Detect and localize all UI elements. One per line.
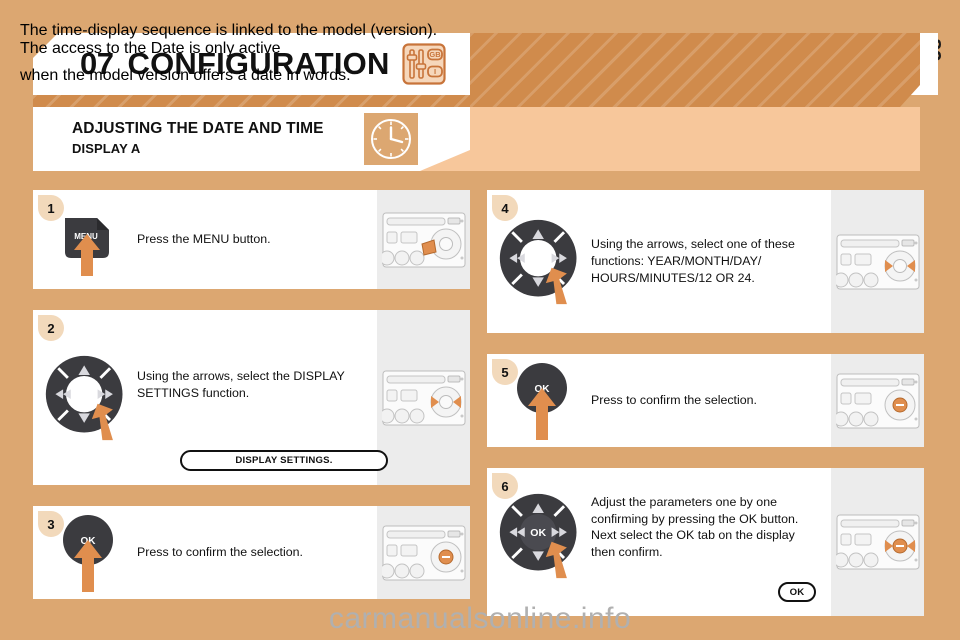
subtitle-text-group: ADJUSTING THE DATE AND TIME DISPLAY A <box>72 120 324 156</box>
step-6-badge: 6 <box>492 473 518 499</box>
step-1-badge: 1 <box>38 195 64 221</box>
step-5-body: 5 OK Press to confirm the selection. <box>487 354 831 447</box>
step-5-thumbnail <box>831 354 924 447</box>
steps-column-left: 1 MENU Press the MENU button. <box>33 190 470 620</box>
step-5-text: Press to confirm the selection. <box>591 393 757 408</box>
step-4-thumbnail <box>831 190 924 333</box>
step-card-2: 2 Using the arrows, select the DISPLAY S… <box>33 310 470 485</box>
step-6-text: Adjust the parameters one by one confirm… <box>591 495 799 560</box>
info-text: The time-display sequence is linked to t… <box>20 22 440 85</box>
watermark: carmanualsonline.info <box>328 602 632 635</box>
step-1-text: Press the MENU button. <box>137 232 271 247</box>
step-card-1: 1 MENU Press the MENU button. <box>33 190 470 289</box>
step-3-text: Press to confirm the selection. <box>137 545 303 560</box>
info-panel <box>470 107 920 171</box>
subtitle-main: ADJUSTING THE DATE AND TIME <box>72 120 324 137</box>
dpad-icon[interactable] <box>487 216 591 308</box>
clock-icon <box>364 113 418 165</box>
dpad-ok-icon[interactable]: OK <box>487 490 591 582</box>
step-2-text: Using the arrows, select the DISPLAY SET… <box>137 369 345 400</box>
step-4-text: Using the arrows, select one of these fu… <box>591 237 795 285</box>
display-settings-pill[interactable]: DISPLAY SETTINGS. <box>180 450 388 471</box>
step-5-badge: 5 <box>492 359 518 385</box>
step-card-4: 4 Using the arrows, select one of these … <box>487 190 924 333</box>
step-card-5: 5 OK Press to confirm the selection. <box>487 354 924 447</box>
step-4-badge: 4 <box>492 195 518 221</box>
step-2-badge: 2 <box>38 315 64 341</box>
subtitle-secondary: DISPLAY A <box>72 141 141 156</box>
dpad-center-ok-label: OK <box>530 527 546 539</box>
info-line-1: The time-display sequence is linked to t… <box>20 22 438 57</box>
step-2-thumbnail <box>377 310 470 485</box>
dpad-icon[interactable] <box>33 352 137 444</box>
step-3-thumbnail <box>377 506 470 599</box>
step-3-body: 3 OK Press to confirm the selection. <box>33 506 377 599</box>
step-card-3: 3 OK Press to confirm the selection. <box>33 506 470 599</box>
step-1-thumbnail <box>377 190 470 289</box>
title-underline-band <box>33 95 470 107</box>
step-6-thumbnail <box>831 468 924 616</box>
steps-column-right: 4 Using the arrows, select one of these … <box>487 190 924 637</box>
title-stripe-band <box>470 33 920 107</box>
step-1-body: 1 MENU Press the MENU button. <box>33 190 377 289</box>
step-card-6: 6 OK Adjust the parameters one by one co… <box>487 468 924 616</box>
step-3-badge: 3 <box>38 511 64 537</box>
ok-tab-pill[interactable]: OK <box>778 582 816 602</box>
info-line-2: when the model version offers a date in … <box>20 67 351 84</box>
step-4-body: 4 Using the arrows, select one of these … <box>487 190 831 333</box>
